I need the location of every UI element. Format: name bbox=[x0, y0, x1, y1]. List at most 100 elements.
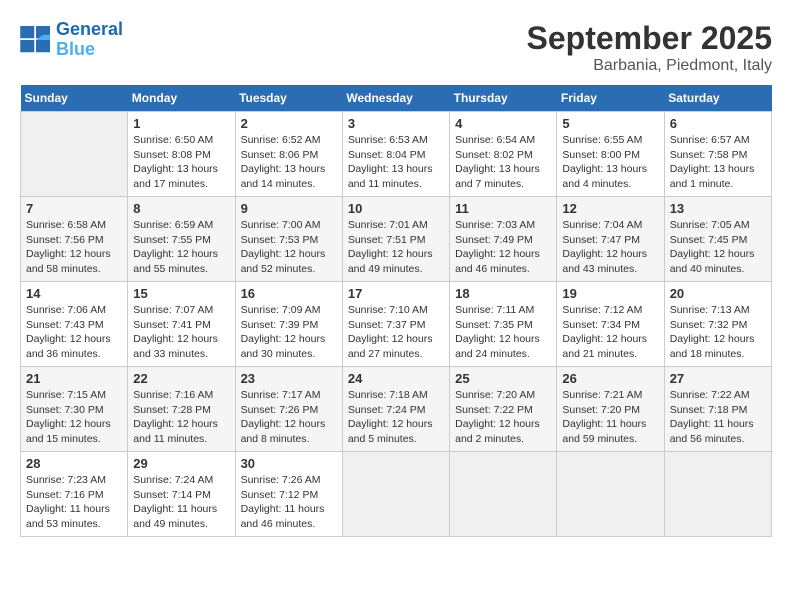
day-number: 10 bbox=[348, 201, 444, 216]
day-info: Sunrise: 7:11 AMSunset: 7:35 PMDaylight:… bbox=[455, 303, 551, 362]
day-info: Sunrise: 7:24 AMSunset: 7:14 PMDaylight:… bbox=[133, 473, 229, 532]
calendar-cell: 11 Sunrise: 7:03 AMSunset: 7:49 PMDayligh… bbox=[450, 197, 557, 282]
calendar-cell: 29 Sunrise: 7:24 AMSunset: 7:14 PMDayligh… bbox=[128, 452, 235, 537]
day-info: Sunrise: 6:52 AMSunset: 8:06 PMDaylight:… bbox=[241, 133, 337, 192]
calendar-cell bbox=[450, 452, 557, 537]
day-info: Sunrise: 6:57 AMSunset: 7:58 PMDaylight:… bbox=[670, 133, 766, 192]
logo-general: General bbox=[56, 19, 123, 39]
calendar-cell: 9 Sunrise: 7:00 AMSunset: 7:53 PMDaylight… bbox=[235, 197, 342, 282]
day-info: Sunrise: 7:01 AMSunset: 7:51 PMDaylight:… bbox=[348, 218, 444, 277]
page-header: General Blue September 2025 Barbania, Pi… bbox=[20, 20, 772, 75]
day-number: 5 bbox=[562, 116, 658, 131]
day-info: Sunrise: 6:50 AMSunset: 8:08 PMDaylight:… bbox=[133, 133, 229, 192]
day-number: 16 bbox=[241, 286, 337, 301]
day-number: 28 bbox=[26, 456, 122, 471]
day-info: Sunrise: 7:22 AMSunset: 7:18 PMDaylight:… bbox=[670, 388, 766, 447]
calendar-cell: 27 Sunrise: 7:22 AMSunset: 7:18 PMDayligh… bbox=[664, 367, 771, 452]
calendar-cell: 3 Sunrise: 6:53 AMSunset: 8:04 PMDaylight… bbox=[342, 112, 449, 197]
day-info: Sunrise: 7:18 AMSunset: 7:24 PMDaylight:… bbox=[348, 388, 444, 447]
weekday-tuesday: Tuesday bbox=[235, 85, 342, 112]
day-number: 9 bbox=[241, 201, 337, 216]
day-number: 15 bbox=[133, 286, 229, 301]
day-number: 6 bbox=[670, 116, 766, 131]
day-info: Sunrise: 7:20 AMSunset: 7:22 PMDaylight:… bbox=[455, 388, 551, 447]
calendar-table: SundayMondayTuesdayWednesdayThursdayFrid… bbox=[20, 85, 772, 537]
day-number: 27 bbox=[670, 371, 766, 386]
day-info: Sunrise: 7:09 AMSunset: 7:39 PMDaylight:… bbox=[241, 303, 337, 362]
day-info: Sunrise: 7:00 AMSunset: 7:53 PMDaylight:… bbox=[241, 218, 337, 277]
day-info: Sunrise: 6:53 AMSunset: 8:04 PMDaylight:… bbox=[348, 133, 444, 192]
day-number: 30 bbox=[241, 456, 337, 471]
day-info: Sunrise: 7:12 AMSunset: 7:34 PMDaylight:… bbox=[562, 303, 658, 362]
day-info: Sunrise: 7:05 AMSunset: 7:45 PMDaylight:… bbox=[670, 218, 766, 277]
day-info: Sunrise: 6:58 AMSunset: 7:56 PMDaylight:… bbox=[26, 218, 122, 277]
day-info: Sunrise: 6:59 AMSunset: 7:55 PMDaylight:… bbox=[133, 218, 229, 277]
day-number: 14 bbox=[26, 286, 122, 301]
calendar-cell bbox=[21, 112, 128, 197]
day-number: 20 bbox=[670, 286, 766, 301]
calendar-cell: 30 Sunrise: 7:26 AMSunset: 7:12 PMDayligh… bbox=[235, 452, 342, 537]
calendar-cell bbox=[664, 452, 771, 537]
day-number: 12 bbox=[562, 201, 658, 216]
calendar-week-2: 7Sunrise: 6:58 AMSunset: 7:56 PMDaylight… bbox=[21, 197, 772, 282]
day-number: 24 bbox=[348, 371, 444, 386]
day-number: 1 bbox=[133, 116, 229, 131]
day-number: 11 bbox=[455, 201, 551, 216]
day-number: 18 bbox=[455, 286, 551, 301]
calendar-cell: 25 Sunrise: 7:20 AMSunset: 7:22 PMDayligh… bbox=[450, 367, 557, 452]
calendar-week-3: 14 Sunrise: 7:06 AMSunset: 7:43 PMDayligh… bbox=[21, 282, 772, 367]
calendar-week-4: 21Sunrise: 7:15 AMSunset: 7:30 PMDayligh… bbox=[21, 367, 772, 452]
calendar-cell bbox=[342, 452, 449, 537]
calendar-week-1: 1 Sunrise: 6:50 AMSunset: 8:08 PMDaylight… bbox=[21, 112, 772, 197]
calendar-cell: 24 Sunrise: 7:18 AMSunset: 7:24 PMDayligh… bbox=[342, 367, 449, 452]
month-title: September 2025 bbox=[527, 20, 772, 57]
logo-blue: Blue bbox=[56, 39, 95, 59]
title-block: September 2025 Barbania, Piedmont, Italy bbox=[527, 20, 772, 75]
day-number: 22 bbox=[133, 371, 229, 386]
calendar-cell: 15 Sunrise: 7:07 AMSunset: 7:41 PMDayligh… bbox=[128, 282, 235, 367]
weekday-thursday: Thursday bbox=[450, 85, 557, 112]
calendar-cell: 8 Sunrise: 6:59 AMSunset: 7:55 PMDaylight… bbox=[128, 197, 235, 282]
day-info: Sunrise: 7:03 AMSunset: 7:49 PMDaylight:… bbox=[455, 218, 551, 277]
weekday-sunday: Sunday bbox=[21, 85, 128, 112]
day-info: Sunrise: 7:21 AMSunset: 7:20 PMDaylight:… bbox=[562, 388, 658, 447]
logo-icon bbox=[20, 26, 52, 54]
day-number: 4 bbox=[455, 116, 551, 131]
calendar-cell: 13Sunrise: 7:05 AMSunset: 7:45 PMDayligh… bbox=[664, 197, 771, 282]
day-info: Sunrise: 7:06 AMSunset: 7:43 PMDaylight:… bbox=[26, 303, 122, 362]
weekday-saturday: Saturday bbox=[664, 85, 771, 112]
logo-text: General Blue bbox=[56, 20, 123, 60]
calendar-cell: 16 Sunrise: 7:09 AMSunset: 7:39 PMDayligh… bbox=[235, 282, 342, 367]
calendar-cell: 28Sunrise: 7:23 AMSunset: 7:16 PMDayligh… bbox=[21, 452, 128, 537]
day-info: Sunrise: 7:16 AMSunset: 7:28 PMDaylight:… bbox=[133, 388, 229, 447]
calendar-cell: 6 Sunrise: 6:57 AMSunset: 7:58 PMDaylight… bbox=[664, 112, 771, 197]
weekday-friday: Friday bbox=[557, 85, 664, 112]
day-number: 8 bbox=[133, 201, 229, 216]
calendar-cell: 5 Sunrise: 6:55 AMSunset: 8:00 PMDaylight… bbox=[557, 112, 664, 197]
day-info: Sunrise: 7:13 AMSunset: 7:32 PMDaylight:… bbox=[670, 303, 766, 362]
day-info: Sunrise: 7:04 AMSunset: 7:47 PMDaylight:… bbox=[562, 218, 658, 277]
day-number: 17 bbox=[348, 286, 444, 301]
calendar-cell: 26 Sunrise: 7:21 AMSunset: 7:20 PMDayligh… bbox=[557, 367, 664, 452]
logo: General Blue bbox=[20, 20, 123, 60]
day-number: 3 bbox=[348, 116, 444, 131]
calendar-cell: 19 Sunrise: 7:12 AMSunset: 7:34 PMDayligh… bbox=[557, 282, 664, 367]
day-number: 25 bbox=[455, 371, 551, 386]
calendar-cell: 1 Sunrise: 6:50 AMSunset: 8:08 PMDaylight… bbox=[128, 112, 235, 197]
day-number: 2 bbox=[241, 116, 337, 131]
day-number: 23 bbox=[241, 371, 337, 386]
calendar-cell bbox=[557, 452, 664, 537]
day-info: Sunrise: 7:10 AMSunset: 7:37 PMDaylight:… bbox=[348, 303, 444, 362]
day-info: Sunrise: 7:26 AMSunset: 7:12 PMDaylight:… bbox=[241, 473, 337, 532]
calendar-cell: 23 Sunrise: 7:17 AMSunset: 7:26 PMDayligh… bbox=[235, 367, 342, 452]
day-number: 19 bbox=[562, 286, 658, 301]
weekday-wednesday: Wednesday bbox=[342, 85, 449, 112]
day-info: Sunrise: 6:55 AMSunset: 8:00 PMDaylight:… bbox=[562, 133, 658, 192]
calendar-cell: 21Sunrise: 7:15 AMSunset: 7:30 PMDayligh… bbox=[21, 367, 128, 452]
day-number: 26 bbox=[562, 371, 658, 386]
day-info: Sunrise: 7:17 AMSunset: 7:26 PMDaylight:… bbox=[241, 388, 337, 447]
day-info: Sunrise: 7:07 AMSunset: 7:41 PMDaylight:… bbox=[133, 303, 229, 362]
calendar-cell: 7Sunrise: 6:58 AMSunset: 7:56 PMDaylight… bbox=[21, 197, 128, 282]
day-number: 29 bbox=[133, 456, 229, 471]
calendar-cell: 20 Sunrise: 7:13 AMSunset: 7:32 PMDayligh… bbox=[664, 282, 771, 367]
